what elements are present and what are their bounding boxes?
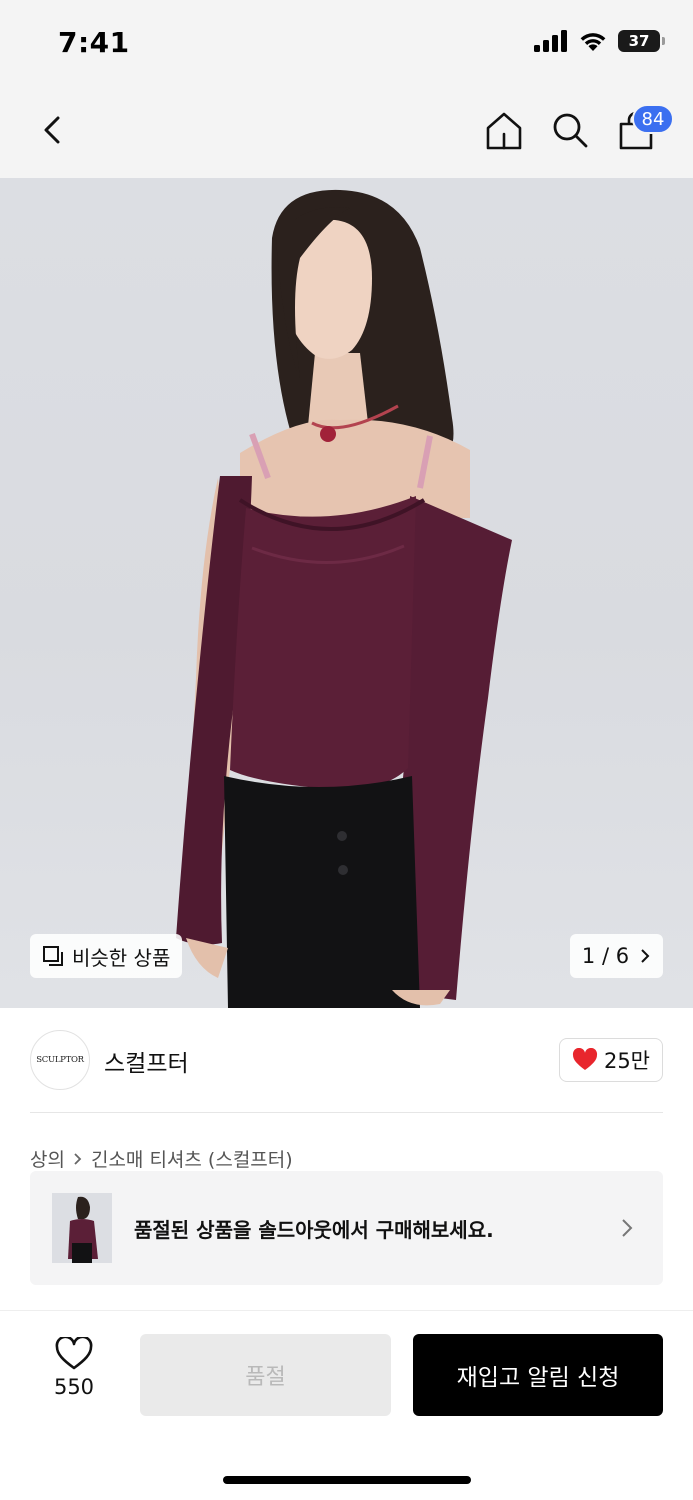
- wifi-icon: [580, 33, 606, 51]
- status-icons: 37: [534, 30, 665, 52]
- breadcrumb-subcategory[interactable]: 긴소매 티셔츠 (스컬프터): [91, 1145, 293, 1172]
- top-nav-bar: 84: [0, 82, 693, 178]
- cart-count-badge: 84: [632, 104, 674, 134]
- brand-like-button[interactable]: 25만: [558, 1038, 663, 1082]
- battery-level: 37: [628, 32, 650, 50]
- brand-name[interactable]: 스컬프터: [104, 1044, 189, 1078]
- similar-products-icon: [43, 946, 63, 966]
- heart-outline-icon: [55, 1337, 93, 1370]
- soldout-banner[interactable]: 품절된 상품을 솔드아웃에서 구매해보세요.: [30, 1171, 663, 1285]
- status-bar: 7:41 37: [0, 0, 693, 82]
- home-indicator: [223, 1476, 471, 1484]
- thumbnail-illustration: [68, 1196, 98, 1263]
- battery-cap: [662, 37, 665, 45]
- similar-products-button[interactable]: 비슷한 상품: [30, 934, 183, 978]
- similar-products-label: 비슷한 상품: [72, 945, 171, 970]
- brand-logo-text: SCULPTOR: [36, 1055, 84, 1065]
- chevron-right-icon: [622, 1219, 633, 1237]
- wishlist-button[interactable]: 550: [40, 1337, 108, 1407]
- heart-filled-icon: [572, 1048, 597, 1070]
- wishlist-count: 550: [53, 1375, 95, 1399]
- soldout-banner-message: 품절된 상품을 솔드아웃에서 구매해보세요.: [134, 1218, 494, 1242]
- breadcrumb-chevron-icon: [74, 1152, 82, 1165]
- brand-like-count: 25만: [603, 1049, 650, 1073]
- image-pager-text: 1 / 6: [581, 944, 630, 968]
- battery-icon: 37: [618, 30, 660, 52]
- product-photo-illustration: [176, 189, 512, 1008]
- search-icon[interactable]: [548, 108, 592, 152]
- cellular-signal-icon: [534, 30, 567, 52]
- product-image[interactable]: 비슷한 상품 1 / 6: [0, 178, 693, 1008]
- brand-logo[interactable]: SCULPTOR: [30, 1030, 90, 1090]
- soldout-button: 품절: [140, 1334, 391, 1416]
- back-arrow-icon[interactable]: [32, 108, 76, 152]
- bottom-action-bar: 550 품절 재입고 알림 신청: [0, 1310, 693, 1500]
- breadcrumb: 상의 긴소매 티셔츠 (스컬프터): [30, 1145, 293, 1172]
- restock-alert-button[interactable]: 재입고 알림 신청: [413, 1334, 663, 1416]
- section-divider: [30, 1112, 663, 1113]
- breadcrumb-category[interactable]: 상의: [30, 1145, 65, 1172]
- chevron-right-icon: [641, 949, 650, 963]
- home-icon[interactable]: [482, 108, 526, 152]
- image-pager[interactable]: 1 / 6: [570, 934, 663, 978]
- status-time: 7:41: [58, 26, 130, 59]
- brand-row[interactable]: SCULPTOR 스컬프터 25만: [30, 1030, 663, 1090]
- soldout-banner-thumbnail: [52, 1193, 112, 1263]
